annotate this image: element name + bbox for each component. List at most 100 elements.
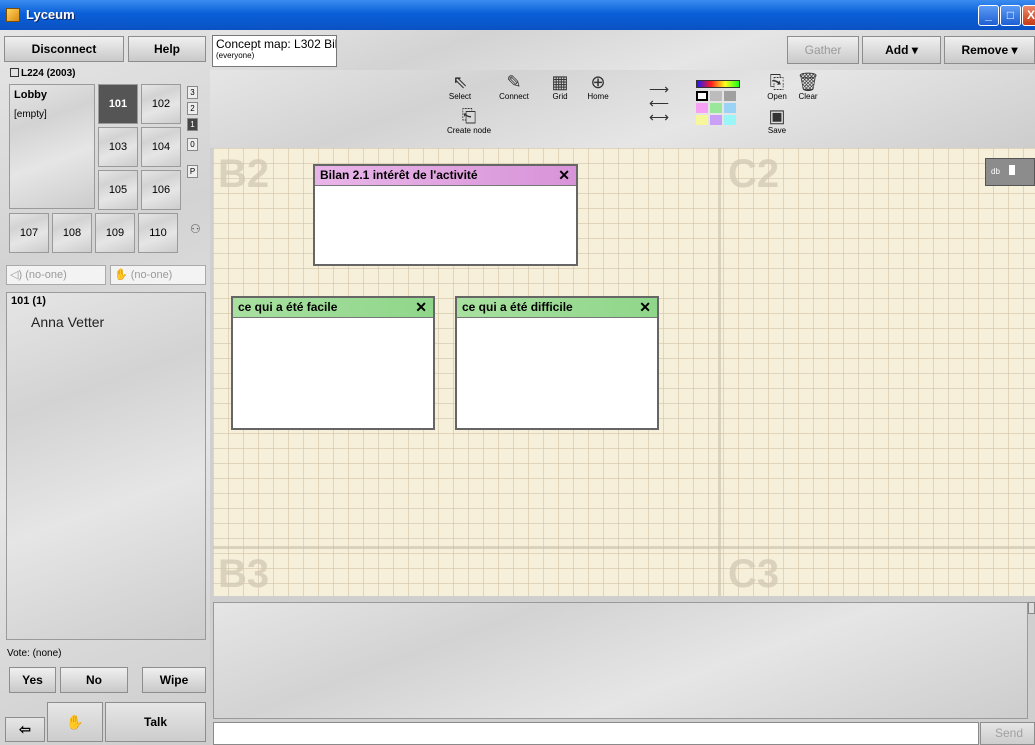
connect-tool[interactable]: ✎ Connect [494,72,534,101]
select-label: Select [448,92,472,101]
chat-input[interactable] [213,722,979,745]
exit-icon[interactable]: ⇦ [5,717,45,742]
minimap-viewport[interactable] [1009,165,1015,175]
create-node-label: Create node [446,126,492,135]
remove-label: Remove [961,43,1009,57]
scroll-up-button[interactable] [1028,602,1035,614]
grid-icon: ▦ [551,72,569,92]
user-name[interactable]: Anna Vetter [31,314,104,330]
home-tool[interactable]: ⊕ Home [582,72,614,101]
add-label: Add [885,43,909,57]
room-102[interactable]: 102 [141,84,181,124]
color-spectrum[interactable] [696,80,740,88]
building-label: L224 (2003) [10,68,75,79]
node-header[interactable]: Bilan 2.1 intérêt de l'activité ✕ [315,166,576,186]
floor-1[interactable]: 1 [187,118,198,131]
node-title: ce qui a été difficile [462,300,573,314]
grid-label: Grid [552,92,568,101]
room-106[interactable]: 106 [141,170,181,210]
raise-hand-button[interactable]: ✋ [47,702,103,742]
user-list-header: 101 (1) [11,295,46,307]
yes-button[interactable]: Yes [9,667,56,693]
chat-log[interactable] [213,602,1028,719]
floor-0[interactable]: 0 [187,138,198,151]
color-palette[interactable] [696,80,740,128]
speaker-value: (no-one) [25,269,67,281]
people-icon[interactable]: ⚇ [190,222,201,236]
remove-button[interactable]: Remove ▾ [944,36,1035,64]
room-105[interactable]: 105 [98,170,138,210]
window-titlebar: Lyceum _ □ X [0,0,1035,30]
arrow-style-tool[interactable]: ⟶ ⟵ ⟷ [638,82,680,124]
floor-p[interactable]: P [187,165,198,178]
concept-node[interactable]: ce qui a été difficile ✕ [455,296,659,430]
lobby-box[interactable]: Lobby [empty] [9,84,95,209]
minimize-button[interactable]: _ [978,5,999,26]
speaker-field: ◁) (no-one) [6,265,106,285]
close-icon[interactable]: ✕ [415,298,427,317]
zone-label-b3: B3 [218,552,270,596]
close-icon[interactable]: ✕ [558,166,570,185]
help-button[interactable]: Help [128,36,206,62]
concept-map-audience: (everyone) [216,51,255,60]
room-110[interactable]: 110 [138,213,178,253]
open-tool[interactable]: ⎘ Open [766,72,788,101]
minimap-label: db [991,167,1000,176]
room-101[interactable]: 101 [98,84,138,124]
close-button[interactable]: X [1022,5,1035,26]
disconnect-button[interactable]: Disconnect [4,36,124,62]
save-tool[interactable]: ▣ Save [766,106,788,135]
tool-bar [210,70,1035,148]
talk-button[interactable]: Talk [105,702,206,742]
room-108[interactable]: 108 [52,213,92,253]
zone-label-c2: C2 [728,152,780,196]
add-button[interactable]: Add ▾ [862,36,941,64]
node-title: ce qui a été facile [238,300,338,314]
room-104[interactable]: 104 [141,127,181,167]
concept-map-canvas[interactable]: B2 C2 B3 C3 Bilan 2.1 intérêt de l'activ… [213,148,1035,596]
app-icon [6,8,20,22]
trash-icon: 🗑 [796,72,820,92]
grid-tool[interactable]: ▦ Grid [545,72,575,101]
speaker-icon: ◁) [10,269,23,281]
node-header[interactable]: ce qui a été facile ✕ [233,298,433,318]
concept-map-selector[interactable]: Concept map: L302 Bilan 4 (everyone) [212,35,337,67]
room-107[interactable]: 107 [9,213,49,253]
gather-button[interactable]: Gather [787,36,859,64]
node-header[interactable]: ce qui a été difficile ✕ [457,298,657,318]
save-label: Save [767,126,787,135]
zone-divider [718,148,721,596]
clear-tool[interactable]: 🗑 Clear [796,72,820,101]
floor-2[interactable]: 2 [187,102,198,115]
node-icon: ⎗ [461,106,477,126]
room-109[interactable]: 109 [95,213,135,253]
chevron-down-icon: ▾ [1011,43,1018,57]
arrow-both-icon: ⟷ [648,109,670,125]
concept-node[interactable]: Bilan 2.1 intérêt de l'activité ✕ [313,164,578,266]
floppy-disk-icon: ▣ [768,106,786,126]
send-button[interactable]: Send [980,722,1035,745]
lobby-title: Lobby [14,89,47,101]
no-button[interactable]: No [60,667,128,693]
minimap[interactable]: db [985,158,1035,186]
chevron-down-icon: ▾ [911,43,918,57]
clear-label: Clear [798,92,818,101]
room-103[interactable]: 103 [98,127,138,167]
close-icon[interactable]: ✕ [639,298,651,317]
arrow-right-icon: ⟶ [648,81,670,97]
maximize-button[interactable]: □ [1000,5,1021,26]
arrow-left-icon: ⟵ [648,95,670,111]
concept-node[interactable]: ce qui a été facile ✕ [231,296,435,430]
home-label: Home [587,92,609,101]
building-icon [10,68,19,77]
arrow-cursor-icon: ⇖ [452,72,468,92]
create-node-tool[interactable]: ⎗ Create node [444,106,494,135]
lobby-content: [empty] [14,109,47,120]
zone-label-b2: B2 [218,152,270,196]
color-swatches[interactable] [696,91,740,125]
node-title: Bilan 2.1 intérêt de l'activité [320,168,478,182]
floor-3[interactable]: 3 [187,86,198,99]
select-tool[interactable]: ⇖ Select [444,72,476,101]
wipe-button[interactable]: Wipe [142,667,206,693]
window-title: Lyceum [26,7,75,22]
